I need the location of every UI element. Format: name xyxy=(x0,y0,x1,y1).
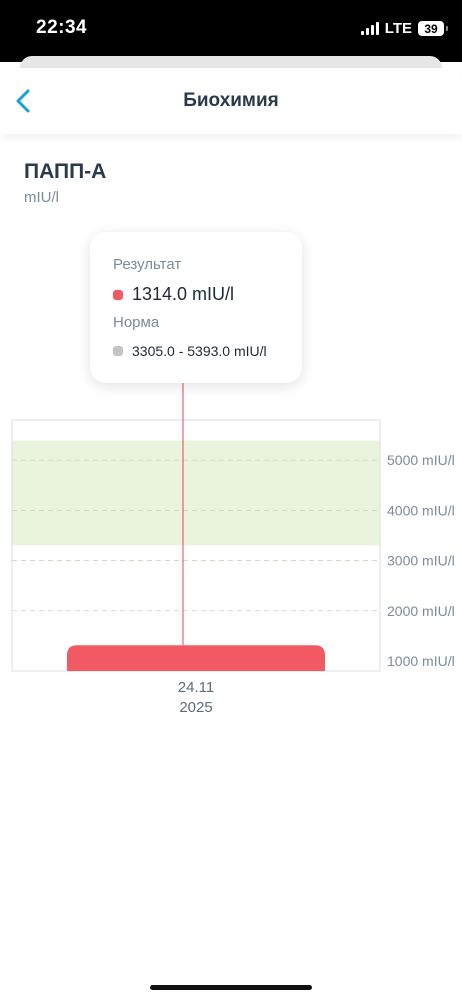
norm-label: Норма xyxy=(113,314,160,331)
x-tick-label: 2025 xyxy=(179,699,212,716)
metric-unit: mIU/l xyxy=(24,189,59,206)
y-tick-label: 2000 mIU/l xyxy=(387,603,455,619)
result-value: 1314.0 mIU/l xyxy=(132,284,235,304)
status-bar: 22:34 LTE 39 xyxy=(0,0,462,62)
battery-level: 39 xyxy=(424,21,438,36)
result-tooltip: Результат 1314.0 mIU/l Норма 3305.0 - 53… xyxy=(90,232,302,383)
norm-value: 3305.0 - 5393.0 mIU/l xyxy=(132,343,267,359)
y-tick-label: 5000 mIU/l xyxy=(387,452,455,468)
result-chart[interactable]: 1000 mIU/l 2000 mIU/l 3000 mIU/l 4000 mIU/l… xyxy=(0,380,462,720)
network-type: LTE xyxy=(384,20,412,37)
nav-header: Биохимия xyxy=(0,68,462,134)
metric-name: ПАПП-А xyxy=(24,160,107,183)
y-tick-label: 3000 mIU/l xyxy=(387,553,455,569)
y-tick-label: 4000 mIU/l xyxy=(387,502,455,518)
x-tick-label: 24.11 xyxy=(178,679,214,696)
battery-icon: 39 xyxy=(418,21,448,36)
home-indicator xyxy=(150,985,312,990)
page-title: Биохимия xyxy=(183,90,279,111)
status-time: 22:34 xyxy=(36,17,88,38)
result-legend-dot xyxy=(113,289,123,300)
y-tick-label: 1000 mIU/l xyxy=(387,653,455,669)
result-label: Результат xyxy=(113,256,182,273)
norm-legend-dot xyxy=(113,346,123,356)
norm-range-band xyxy=(12,440,380,546)
signal-icon xyxy=(360,22,379,35)
norm-row: 3305.0 - 5393.0 mIU/l xyxy=(113,343,267,359)
result-bar xyxy=(67,645,325,671)
status-indicators: LTE 39 xyxy=(360,20,448,37)
result-row: 1314.0 mIU/l xyxy=(113,284,234,305)
